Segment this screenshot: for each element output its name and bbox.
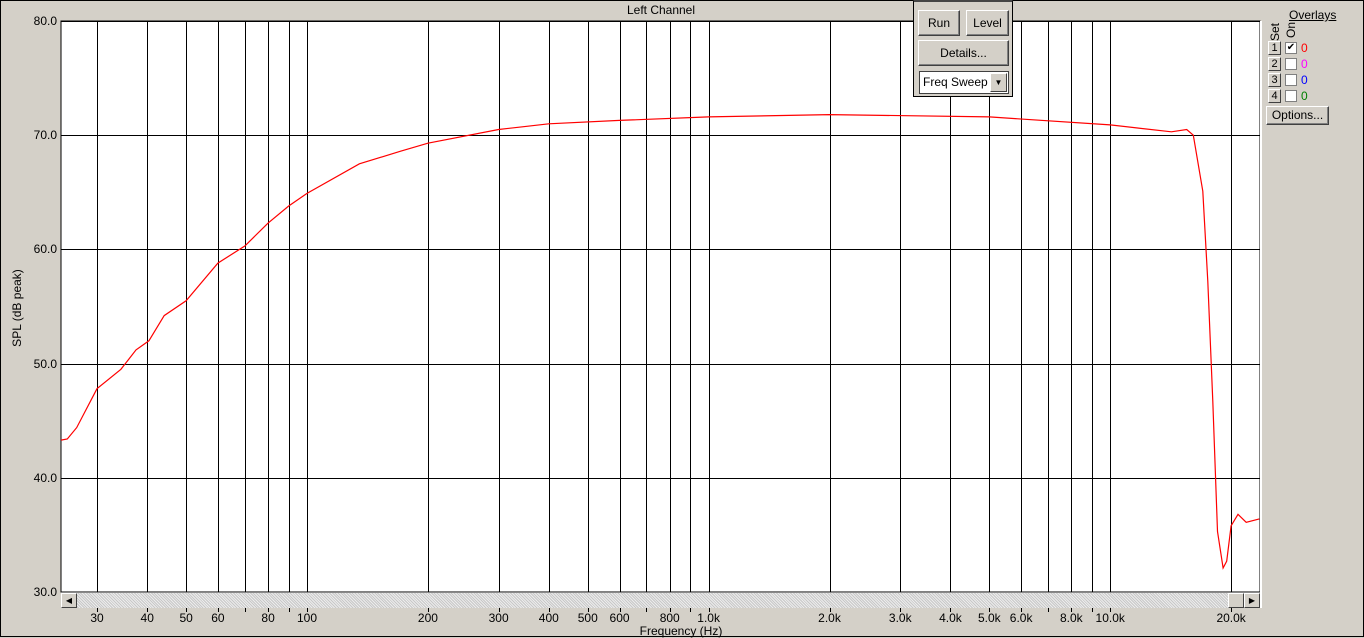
x-tick-label: 8.0k (1059, 611, 1083, 625)
y-tick-label: 60.0 (33, 241, 57, 256)
overlay-set-button[interactable]: 3 (1268, 73, 1281, 87)
x-tick-label: 400 (538, 611, 559, 625)
x-tick-label: 30 (90, 611, 104, 625)
run-button[interactable]: Run (918, 10, 960, 36)
chevron-down-icon[interactable]: ▼ (990, 73, 1007, 92)
control-panel: Run Level Details... Freq Sweep ▼ (913, 0, 1013, 97)
x-tick-label: 3.0k (888, 611, 912, 625)
overlay-set-button[interactable]: 2 (1268, 57, 1281, 71)
mode-select[interactable]: Freq Sweep ▼ (919, 71, 1009, 94)
y-tick-label: 80.0 (33, 13, 57, 28)
details-button[interactable]: Details... (918, 40, 1009, 66)
x-tick-label: 20.0k (1216, 611, 1246, 625)
y-tick-label: 70.0 (33, 127, 57, 142)
x-tick-label: 6.0k (1009, 611, 1033, 625)
y-tick-label: 50.0 (33, 356, 57, 371)
overlay-on-checkbox[interactable] (1285, 58, 1297, 70)
set-column-label: Set (1268, 22, 1283, 42)
mode-select-value: Freq Sweep (923, 75, 988, 89)
x-tick-label: 10.0k (1095, 611, 1125, 625)
overlay-count: 0 (1301, 41, 1308, 55)
scroll-right-button[interactable]: ▶ (1244, 593, 1260, 608)
y-axis-title: SPL (dB peak) (10, 269, 24, 347)
x-tick-label: 2.0k (818, 611, 841, 625)
x-tick-label: 40 (140, 611, 154, 625)
frequency-response-chart (60, 20, 1262, 612)
overlay-count: 0 (1301, 73, 1308, 87)
x-tick-label: 600 (609, 611, 630, 625)
x-tick-label: 1.0k (697, 611, 720, 625)
x-tick-label: 800 (659, 611, 680, 625)
x-tick-label: 200 (417, 611, 438, 625)
overlay-count: 0 (1301, 89, 1308, 103)
scroll-thumb[interactable] (1228, 593, 1244, 608)
scroll-left-button[interactable]: ◀ (61, 593, 77, 608)
x-tick-label: 4.0k (939, 611, 962, 625)
overlay-on-checkbox[interactable] (1285, 74, 1297, 86)
plot-area (60, 20, 1261, 593)
chart-title: Left Channel (626, 3, 696, 17)
y-tick-label: 30.0 (33, 584, 57, 599)
x-tick-label: 100 (297, 611, 318, 625)
overlays-panel: Overlays Set On 1 ✔ 0 2 0 3 0 4 0 Options... (1263, 1, 1364, 638)
x-tick-label: 300 (488, 611, 509, 625)
x-tick-label: 80 (261, 611, 275, 625)
options-button[interactable]: Options... (1266, 106, 1329, 125)
on-column-label: On (1284, 21, 1299, 39)
x-tick-label: 60 (211, 611, 225, 625)
x-axis-title: Frequency (Hz) (639, 624, 723, 638)
overlay-on-checkbox[interactable] (1285, 90, 1297, 102)
overlays-title[interactable]: Overlays (1289, 8, 1336, 22)
horizontal-scrollbar[interactable]: ◀ ▶ (61, 592, 1260, 608)
overlay-on-checkbox[interactable]: ✔ (1285, 42, 1297, 54)
overlay-set-button[interactable]: 1 (1268, 41, 1281, 55)
level-button[interactable]: Level (966, 10, 1009, 36)
overlay-count: 0 (1301, 57, 1308, 71)
overlay-set-button[interactable]: 4 (1268, 89, 1281, 103)
y-tick-label: 40.0 (33, 470, 57, 485)
